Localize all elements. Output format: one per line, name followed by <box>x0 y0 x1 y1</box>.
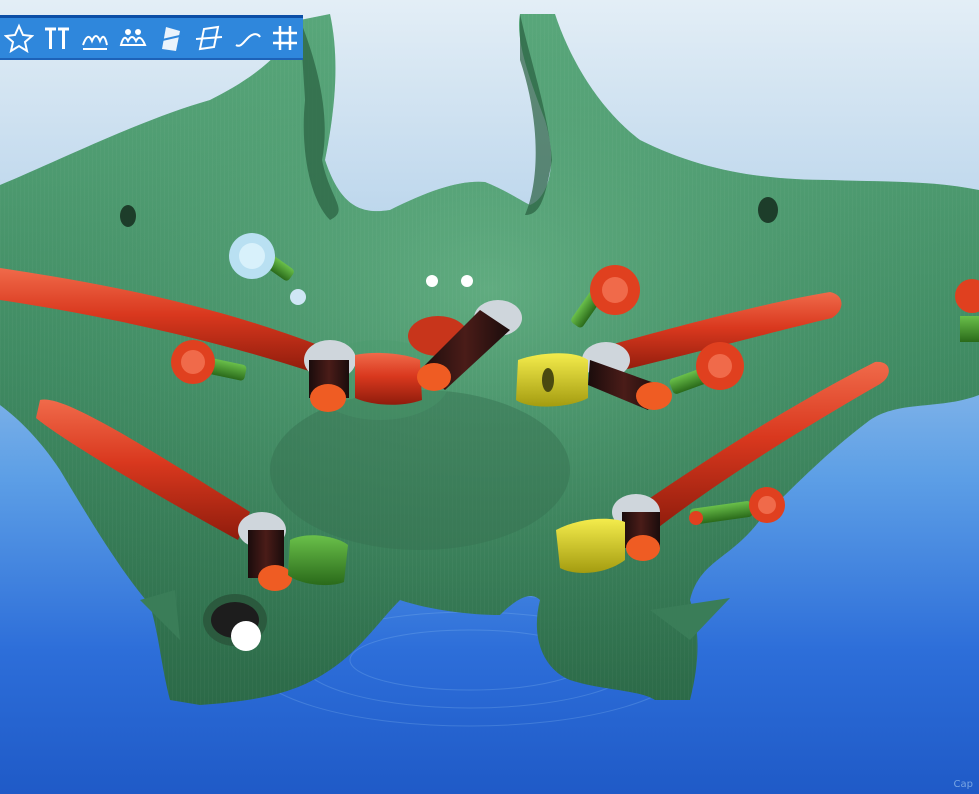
toolbar-tool[interactable] <box>78 21 112 55</box>
maxilla-bone-model[interactable] <box>0 14 979 705</box>
toolbar-tool[interactable] <box>2 21 36 55</box>
toolbar-tool[interactable] <box>230 21 264 55</box>
rotate-plane-icon <box>195 25 223 51</box>
toolbar-tool[interactable] <box>192 21 226 55</box>
abutment-yellow-lower[interactable] <box>556 518 625 573</box>
status-caption: Сар <box>953 779 973 790</box>
implant-pair-icon <box>45 27 69 49</box>
toolbar-tool[interactable] <box>268 21 302 55</box>
cut-plane-icon <box>157 27 185 51</box>
curve-tool-icon <box>235 33 261 47</box>
toolbar-tool[interactable] <box>40 21 74 55</box>
star-tool-icon <box>4 23 34 53</box>
maxilla-3d-scene[interactable] <box>0 0 979 794</box>
grid-icon <box>273 26 297 50</box>
implant-anterior-right[interactable] <box>516 353 588 407</box>
3d-viewport[interactable] <box>0 0 979 794</box>
abutment-green-left[interactable] <box>288 535 348 586</box>
crowns-icon <box>119 29 147 46</box>
bone-profile-icon <box>82 35 108 50</box>
toolbar-tool[interactable] <box>154 21 188 55</box>
toolbar-tool[interactable] <box>116 21 150 55</box>
toolbar <box>0 15 303 60</box>
